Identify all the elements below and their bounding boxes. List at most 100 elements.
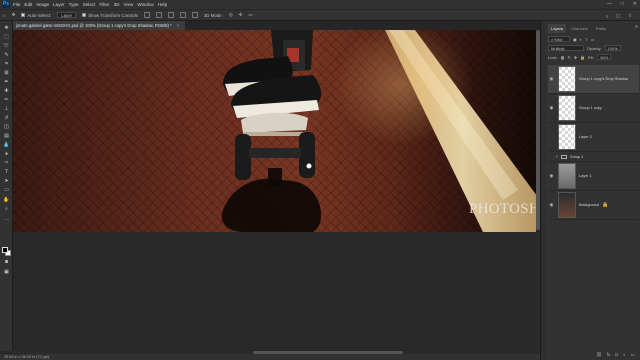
opacity-input[interactable]: 100% [604,45,621,51]
foreground-color-swatch[interactable] [2,247,8,253]
close-window-button[interactable]: ✕ [633,1,637,7]
marquee-tool-icon[interactable]: ⬚ [3,34,10,40]
expand-chevron-icon[interactable]: › [556,154,558,160]
menu-layer[interactable]: Layer [53,2,65,7]
menu-select[interactable]: Select [83,2,96,7]
blend-mode-dropdown[interactable]: Multiply [548,45,584,51]
auto-select-option[interactable]: Auto-Select: [21,13,51,18]
distribute-icon[interactable] [191,12,198,18]
crop-tool-icon[interactable]: ⌗ [3,61,10,67]
lock-icon: 🔒 [602,202,609,208]
eraser-tool-icon[interactable]: ◫ [3,124,10,130]
quick-mask-icon[interactable]: ◙ [3,259,10,265]
menu-help[interactable]: Help [158,2,167,7]
layer-thumbnail [558,192,576,218]
menu-type[interactable]: Type [69,2,79,7]
layer-options: ⌕ Kind ▣ ◐ T ▭ Multiply Opacity: 100% Lo… [548,35,638,62]
blur-tool-icon[interactable]: 💧 [3,142,10,148]
filter-type-icon[interactable]: T [585,37,587,42]
mask-icon[interactable]: ◘ [615,352,618,358]
layer-row-layer-3[interactable]: Layer 3 [548,123,639,152]
visibility-eye-icon[interactable]: ◉ [549,202,554,208]
panel-menu-icon[interactable]: ≡ [635,24,638,30]
filter-pixel-icon[interactable]: ▣ [573,37,577,42]
tab-paths[interactable]: Paths [593,24,609,33]
lock-pixels-icon[interactable]: ▦ [561,55,565,60]
eyedropper-tool-icon[interactable]: ✒ [3,79,10,85]
lock-move-icon[interactable]: ✥ [574,55,577,60]
visibility-eye-icon[interactable]: ◉ [549,173,554,179]
fx-icon[interactable]: fx [607,352,611,358]
filter-adjust-icon[interactable]: ◐ [580,37,582,42]
fill-input[interactable]: 90% [597,54,612,60]
gradient-tool-icon[interactable]: ▤ [3,133,10,139]
search-icon[interactable]: ⌕ [606,13,608,19]
video-icon[interactable]: ▭ [248,12,252,18]
path-select-icon[interactable]: ➤ [3,178,10,184]
document-tab[interactable]: jonatn-gabriel-gatto-44SGHG.psd @ 100% (… [13,21,186,30]
layer-row-background[interactable]: ◉ Background 🔒 [548,191,639,220]
history-brush-icon[interactable]: ↺ [3,115,10,121]
kind-filter-dropdown[interactable]: ⌕ Kind [548,36,570,42]
dodge-tool-icon[interactable]: ● [3,151,10,157]
tab-layers[interactable]: Layers [548,24,567,33]
more-tools-icon[interactable]: ⋯ [3,217,10,223]
clone-stamp-icon[interactable]: ⊥ [3,106,10,112]
folder-icon[interactable]: ▭ [631,352,635,358]
layer-row-group-copy[interactable]: ◉ Group 1 copy [548,94,639,123]
lock-all-icon[interactable]: 🔒 [580,55,585,60]
orbit-3d-icon[interactable]: ◎ [229,12,233,18]
layer-name: Group 1 [569,154,584,159]
align-center-icon[interactable] [155,12,162,18]
workspace-icon[interactable]: ▢ [616,13,620,19]
close-tab-icon[interactable]: × [177,23,179,28]
document-tab-bar: jonatn-gabriel-gatto-44SGHG.psd @ 100% (… [13,21,540,30]
lock-paint-icon[interactable]: ✎ [567,55,570,60]
layer-row-drop-shadow[interactable]: ◉ Group 1 copy's Drop Shadow [548,65,639,94]
menu-3d[interactable]: 3D [114,2,120,7]
type-tool-icon[interactable]: T [3,169,10,175]
show-transform-option[interactable]: Show Transform Controls [82,13,138,18]
layer-name: Group 1 copy's Drop Shadow [579,77,629,81]
align-top-icon[interactable] [179,12,186,18]
pan-3d-icon[interactable]: ✣ [239,12,243,18]
menu-window[interactable]: Window [137,2,153,7]
zoom-tool-icon[interactable]: ⌕ [3,206,10,212]
auto-select-dropdown[interactable]: Layer [57,12,77,18]
show-transform-checkbox[interactable] [82,13,87,17]
menu-image[interactable]: Image [36,2,49,7]
visibility-eye-icon[interactable]: ◉ [549,105,554,111]
align-left-icon[interactable] [143,12,150,18]
rectangle-tool-icon[interactable]: ▭ [3,187,10,193]
layer-row-group-1[interactable]: › Group 1 [548,152,639,162]
auto-select-checkbox[interactable] [21,13,26,17]
canvas-area[interactable]: PHOTOSHOPIX [13,30,540,351]
filter-shape-icon[interactable]: ▭ [591,37,595,42]
lasso-tool-icon[interactable]: ➰ [3,43,10,49]
maximize-button[interactable]: □ [621,1,624,7]
screen-mode-icon[interactable]: ▣ [3,269,10,275]
link-icon[interactable]: ⛓ [596,352,602,358]
home-icon[interactable]: ⌂ [3,13,6,18]
share-icon[interactable]: ⇪ [628,13,632,19]
menu-file[interactable]: File [13,2,20,7]
brush-tool-icon[interactable]: ✏ [3,97,10,103]
move-tool-icon[interactable]: ✥ [12,12,16,18]
menu-filter[interactable]: Filter [99,2,109,7]
layer-row-layer-1[interactable]: ◉ Layer 1 [548,162,639,191]
move-tool-icon[interactable]: ✥ [3,25,10,31]
quick-select-tool-icon[interactable]: ✎ [3,52,10,58]
align-right-icon[interactable] [167,12,174,18]
healing-brush-icon[interactable]: ✚ [3,88,10,94]
pen-tool-icon[interactable]: ✑ [3,160,10,166]
menu-view[interactable]: View [123,2,133,7]
minimize-button[interactable]: — [607,1,612,7]
menu-edit[interactable]: Edit [24,2,32,7]
adjustment-icon[interactable]: ◐ [623,352,626,358]
visibility-eye-icon[interactable]: ◉ [549,76,554,82]
tab-channels[interactable]: Channels [568,24,591,33]
options-right: ⌕ ▢ ⇪ [606,13,632,19]
document-canvas[interactable]: PHOTOSHOPIX [13,30,540,232]
hand-tool-icon[interactable]: ✋ [3,197,10,203]
frame-tool-icon[interactable]: ⊠ [3,70,10,76]
